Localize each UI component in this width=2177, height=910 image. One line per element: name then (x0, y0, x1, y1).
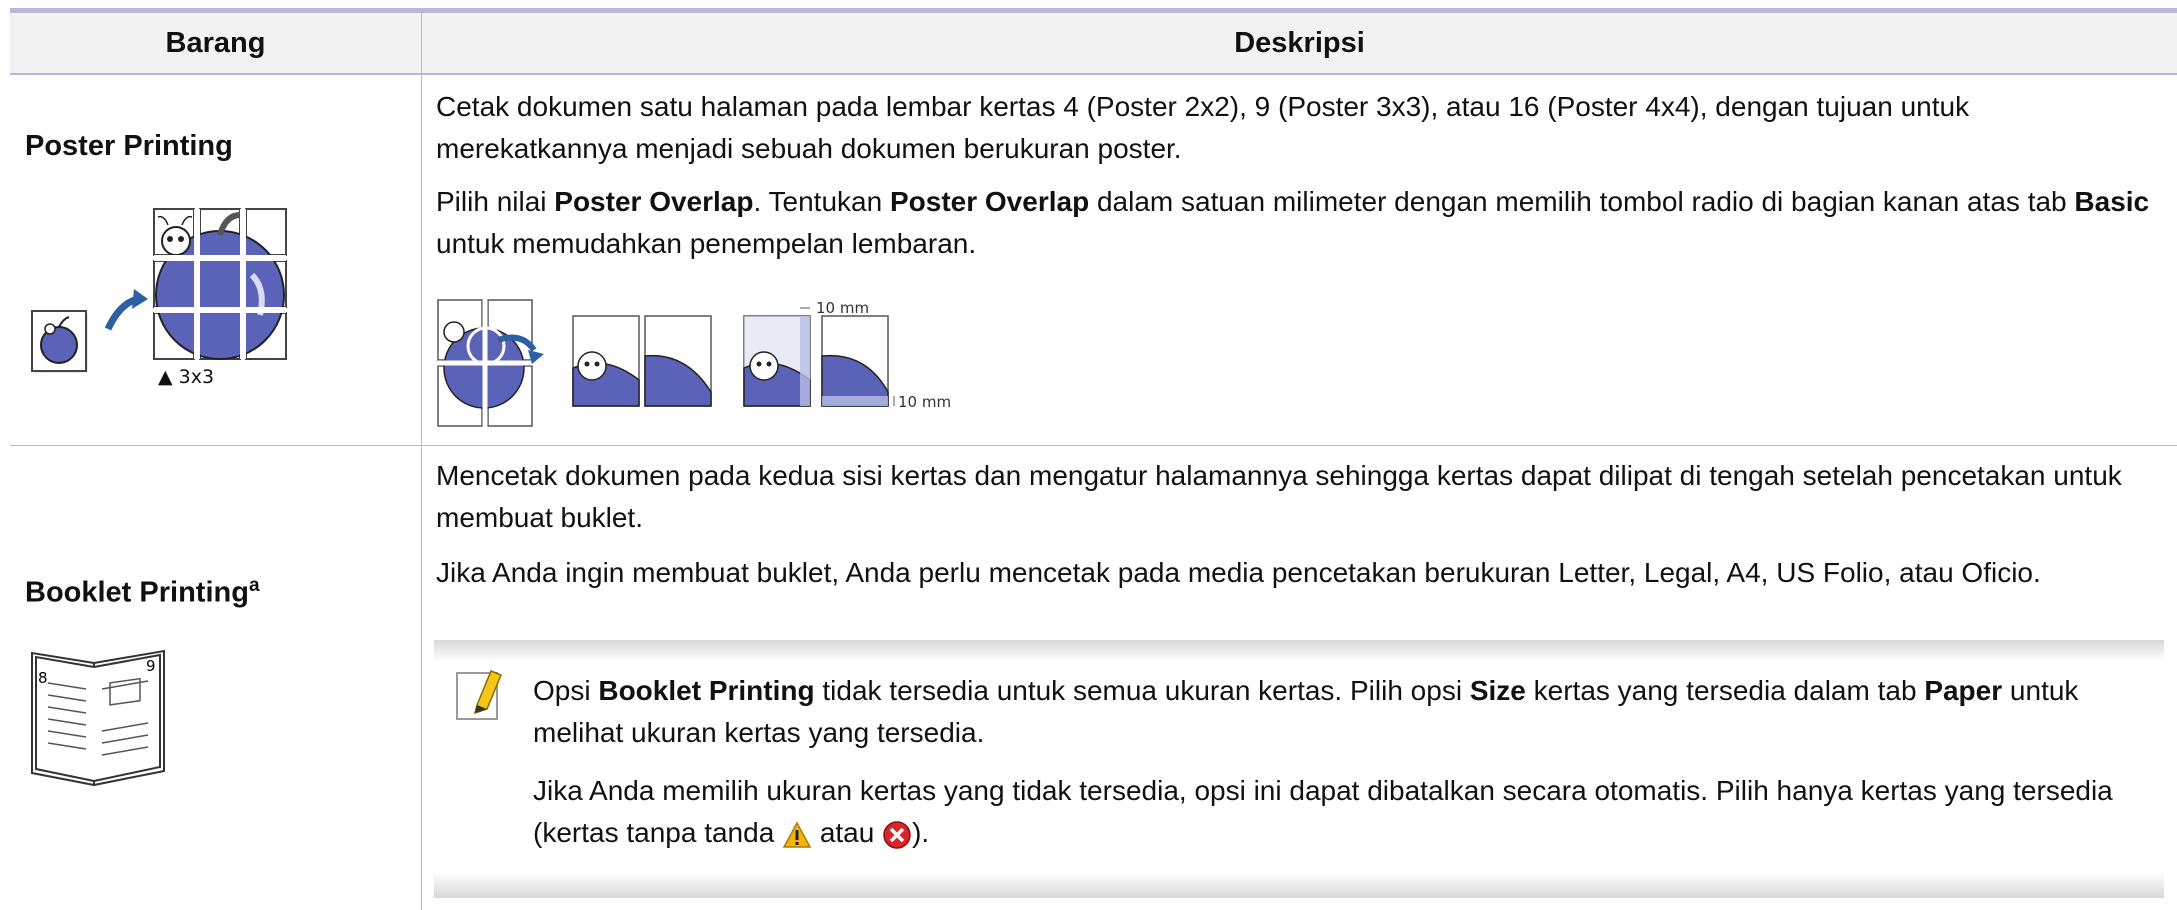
column-divider (421, 13, 422, 910)
poster-printing-title: Poster Printing (25, 130, 233, 162)
note-pencil-icon (456, 670, 502, 720)
overlap-right-label: 10 mm (898, 393, 951, 411)
booklet-description-2: Jika Anda ingin membuat buklet, Anda per… (436, 557, 2041, 588)
poster-description-1: Cetak dokumen satu halaman pada lembar k… (436, 91, 1970, 164)
booklet-illustration: 8 9 (31, 649, 165, 787)
error-x-icon (883, 821, 911, 849)
row-divider (10, 445, 2177, 446)
note-paragraph-1: Opsi Booklet Printing tidak tersedia unt… (533, 675, 2079, 748)
column-header-description: Deskripsi (422, 13, 2177, 75)
note-paragraph-2: Jika Anda memilih ukuran kertas yang tid… (533, 775, 2113, 849)
warning-triangle-icon (782, 821, 812, 848)
booklet-description-1: Mencetak dokumen pada kedua sisi kertas … (436, 460, 2122, 533)
poster-description-2: Pilih nilai Poster Overlap. Tentukan Pos… (436, 186, 2150, 259)
poster-overlap-illustration: 10 mm 10 mm (437, 299, 951, 427)
poster-grid-caption: ▲ 3x3 (158, 366, 215, 388)
overlap-top-label: 10 mm (816, 299, 869, 317)
booklet-printing-title: Booklet Printinga (25, 575, 260, 609)
column-header-item: Barang (10, 13, 421, 75)
booklet-page-left-number: 8 (38, 669, 48, 687)
booklet-page-right-number: 9 (146, 657, 156, 675)
poster-3x3-illustration (31, 208, 287, 373)
